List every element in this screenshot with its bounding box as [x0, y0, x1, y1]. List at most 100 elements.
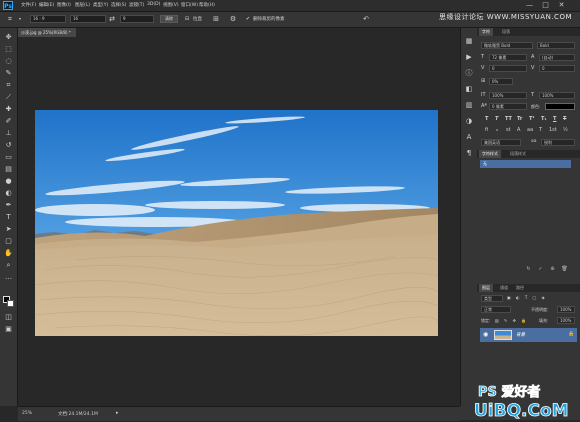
superscript-button[interactable]: T¹ — [529, 116, 535, 122]
actions-panel-icon[interactable]: ▶ — [464, 52, 474, 62]
layer-row[interactable]: ◉ 背景 🔒 — [480, 328, 577, 342]
document-tab[interactable]: 沙漠.jpg @ 25%(RGB/8) * — [18, 28, 76, 37]
info-panel-icon[interactable]: ⓘ — [464, 68, 474, 78]
checkbox-checked-icon[interactable]: ✔ — [244, 15, 252, 23]
settings-gear-icon[interactable]: ⚙ — [229, 15, 237, 23]
kerning-input[interactable]: 0 — [489, 65, 527, 72]
tab-channels[interactable]: 通道 — [497, 284, 511, 292]
discretionary-ligatures-button[interactable]: st — [506, 127, 511, 133]
tab-character-styles[interactable]: 字符样式 — [479, 150, 501, 158]
layer-filter-select[interactable]: 类型 — [481, 295, 503, 302]
style-item[interactable]: 无 — [480, 160, 571, 168]
lasso-tool-icon[interactable]: ◌ — [3, 56, 14, 66]
type-tool-icon[interactable]: T — [3, 212, 14, 222]
brush-tool-icon[interactable]: ✐ — [3, 116, 14, 126]
gradient-tool-icon[interactable]: ▤ — [3, 164, 14, 174]
adjustments-panel-icon[interactable]: ◑ — [464, 116, 474, 126]
menu-select[interactable]: 选择(S) — [111, 2, 126, 8]
tab-character[interactable]: 字符 — [479, 28, 493, 36]
text-color-swatch[interactable] — [545, 103, 575, 110]
pen-tool-icon[interactable]: ✒ — [3, 200, 14, 210]
tsume-input[interactable]: 0% — [489, 78, 513, 85]
maximize-button[interactable]: □ — [541, 1, 550, 10]
crop-tool-icon[interactable]: ⌗ — [3, 80, 14, 90]
layer-filter-icons[interactable]: ▣ ◐ T ▢ ◈ — [507, 295, 547, 300]
leading-input[interactable]: (自动) — [539, 54, 575, 61]
horizontal-scale-input[interactable]: 100% — [539, 92, 575, 99]
ordinals-button[interactable]: 1st — [549, 127, 557, 133]
menu-filter[interactable]: 滤镜(T) — [129, 2, 144, 8]
strikethrough-button[interactable]: T — [563, 116, 566, 122]
dropdown-arrow-icon[interactable]: ▾ — [16, 15, 24, 23]
menu-view[interactable]: 视图(V) — [163, 2, 179, 8]
blend-mode-select[interactable]: 正常 — [481, 306, 511, 313]
redefine-style-icon[interactable]: ↻ — [525, 266, 532, 273]
more-tools-icon[interactable]: … — [3, 272, 14, 282]
healing-brush-tool-icon[interactable]: ✚ — [3, 104, 14, 114]
faux-bold-button[interactable]: T — [485, 116, 488, 122]
anti-alias-select[interactable]: 锐利 — [541, 139, 575, 146]
character-panel-icon[interactable]: A — [464, 132, 474, 142]
crop-width-input[interactable]: 16 — [70, 15, 106, 23]
vertical-scale-input[interactable]: 100% — [489, 92, 527, 99]
crop-height-input[interactable]: 9 — [120, 15, 154, 23]
eraser-tool-icon[interactable]: ▭ — [3, 152, 14, 162]
menu-layer[interactable]: 图层(L) — [75, 2, 90, 8]
ligatures-button[interactable]: fi — [485, 127, 488, 133]
lock-icons[interactable]: ▧ ✎ ✥ 🔒 — [495, 318, 528, 323]
history-panel-icon[interactable]: ▦ — [464, 36, 474, 46]
visibility-eye-icon[interactable]: ◉ — [483, 331, 488, 338]
quick-mask-icon[interactable]: ◫ — [3, 312, 14, 322]
menu-3d[interactable]: 3D(D) — [147, 2, 160, 7]
screen-mode-icon[interactable]: ▣ — [3, 324, 14, 334]
tracking-input[interactable]: 0 — [539, 65, 575, 72]
swatches-panel-icon[interactable]: ▥ — [464, 100, 474, 110]
small-caps-button[interactable]: Tr — [517, 116, 522, 122]
marquee-tool-icon[interactable]: ⬚ — [3, 44, 14, 54]
tab-layers[interactable]: 图层 — [479, 284, 493, 292]
alternates-button[interactable]: ℴ — [496, 127, 498, 133]
straighten-icon[interactable]: ⊟ — [183, 15, 191, 23]
faux-italic-button[interactable]: T — [495, 116, 498, 122]
stylistic-alternates-button[interactable]: aa — [527, 127, 533, 133]
new-style-icon[interactable]: ⊕ — [549, 266, 556, 273]
menu-help[interactable]: 帮助(H) — [199, 2, 215, 8]
language-select[interactable]: 美国英语 — [481, 139, 521, 146]
tab-paragraph-styles[interactable]: 段落样式 — [507, 150, 529, 158]
background-color-swatch[interactable] — [7, 300, 14, 307]
tab-paths[interactable]: 路径 — [513, 284, 527, 292]
clear-button[interactable]: 清除 — [160, 15, 178, 23]
font-size-input[interactable]: 72 像素 — [489, 54, 527, 61]
clear-override-icon[interactable]: ✓ — [537, 266, 544, 273]
zoom-tool-icon[interactable]: ⌕ — [3, 260, 14, 270]
menu-file[interactable]: 文件(F) — [21, 2, 36, 8]
hand-tool-icon[interactable]: ✋ — [3, 248, 14, 258]
all-caps-button[interactable]: TT — [505, 116, 512, 122]
layer-name[interactable]: 背景 — [516, 332, 525, 338]
opacity-input[interactable]: 100% — [557, 306, 575, 313]
font-style-select[interactable]: Bold — [537, 42, 575, 49]
menu-type[interactable]: 类型(Y) — [93, 2, 108, 8]
delete-cropped-label[interactable]: 删除裁剪的像素 — [253, 16, 285, 22]
titling-alternates-button[interactable]: T — [539, 127, 542, 133]
fractions-button[interactable]: ½ — [563, 127, 568, 133]
menu-window[interactable]: 窗口(W) — [181, 2, 198, 8]
font-family-select[interactable]: 微软雅黑 Bold — [481, 42, 533, 49]
crop-tool-icon[interactable]: ⌗ — [6, 15, 14, 23]
menu-image[interactable]: 图像(I) — [57, 2, 71, 8]
tab-paragraph[interactable]: 段落 — [499, 28, 513, 36]
zoom-level[interactable]: 25% — [22, 411, 32, 416]
swap-icon[interactable]: ⇄ — [108, 15, 116, 23]
quick-select-tool-icon[interactable]: ✎ — [3, 68, 14, 78]
blur-tool-icon[interactable]: ● — [3, 176, 14, 186]
paragraph-panel-icon[interactable]: ¶ — [464, 148, 474, 158]
reset-icon[interactable]: ↶ — [362, 15, 370, 23]
crop-ratio-select[interactable]: 16 : 9 — [30, 15, 66, 23]
delete-style-icon[interactable]: 🗑 — [561, 266, 568, 273]
history-brush-tool-icon[interactable]: ↺ — [3, 140, 14, 150]
overlay-grid-icon[interactable]: ⊞ — [212, 15, 220, 23]
clone-stamp-tool-icon[interactable]: ⊥ — [3, 128, 14, 138]
desert-photo[interactable] — [35, 110, 438, 336]
subscript-button[interactable]: T₁ — [541, 116, 547, 122]
swash-button[interactable]: A — [517, 127, 520, 133]
